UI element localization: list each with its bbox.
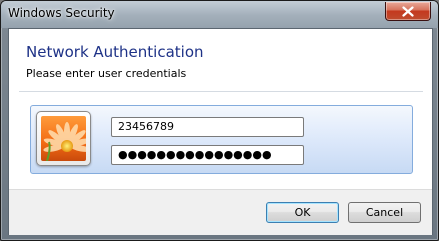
password-field[interactable]: ●●●●●●●●●●●●●●●●: [111, 145, 304, 165]
cancel-button[interactable]: Cancel: [348, 202, 421, 223]
window-title: Windows Security: [8, 6, 115, 20]
windows-security-dialog: Windows Security Network Authentication …: [0, 0, 439, 241]
close-button[interactable]: [385, 2, 431, 21]
separator: [19, 91, 423, 92]
dialog-subheading: Please enter user credentials: [26, 67, 187, 80]
title-bar[interactable]: Windows Security: [1, 1, 438, 28]
credential-tile[interactable]: 23456789 ●●●●●●●●●●●●●●●●: [30, 105, 413, 174]
dialog-heading: Network Authentication: [26, 43, 204, 61]
button-bar: OK Cancel: [9, 189, 432, 235]
ok-button[interactable]: OK: [266, 202, 339, 223]
dialog-body: Network Authentication Please enter user…: [8, 28, 433, 235]
username-field[interactable]: 23456789: [111, 117, 304, 137]
avatar: [36, 111, 91, 166]
close-icon: [402, 5, 414, 17]
user-flower-avatar-icon: [41, 116, 86, 161]
